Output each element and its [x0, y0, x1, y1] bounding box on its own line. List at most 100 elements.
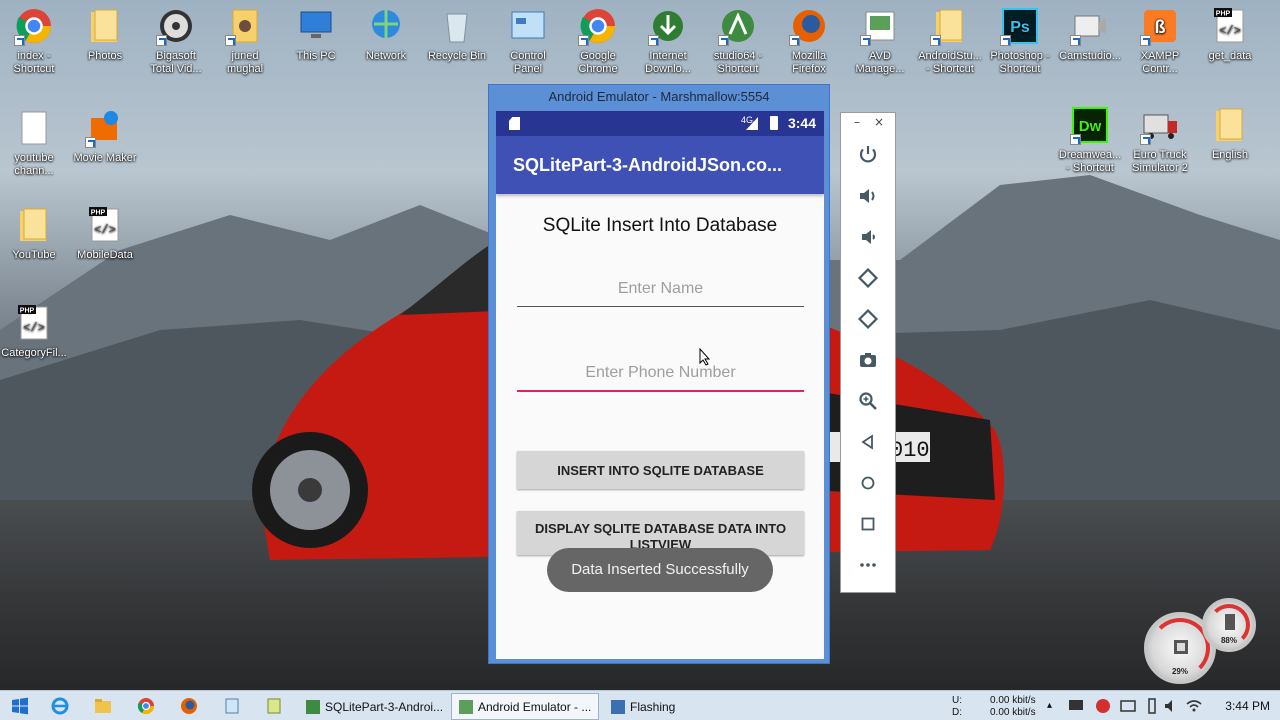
shortcut-arrow-icon	[14, 35, 25, 46]
firefox-taskbar-icon[interactable]	[179, 696, 199, 716]
tray-wifi-icon[interactable]	[1184, 696, 1204, 716]
power-icon[interactable]	[856, 143, 880, 167]
desktop-shortcut[interactable]: Camstudio...	[1054, 6, 1126, 63]
desktop-shortcut[interactable]: Photos	[69, 6, 141, 63]
tray-network-icon[interactable]	[1118, 696, 1138, 716]
desktop-shortcut-label: Movie Maker	[73, 152, 137, 164]
desktop-shortcut[interactable]: AndroidStu... - Shortcut	[914, 6, 986, 76]
desktop-shortcut-label: index - Shortcut	[13, 50, 55, 75]
desktop-shortcut[interactable]: index - Shortcut	[0, 6, 70, 76]
desktop-shortcut[interactable]: English	[1194, 105, 1266, 162]
folder-icon	[14, 205, 54, 245]
taskbar-task-button[interactable]: SQLitePart-3-Androi...	[298, 693, 446, 720]
desktop-shortcut[interactable]: PHP </> get_data	[1194, 6, 1266, 63]
android-studio-icon	[718, 6, 758, 46]
camera-icon[interactable]	[856, 348, 880, 372]
xampp-icon: ß	[1140, 6, 1180, 46]
desktop-shortcut[interactable]: Google Chrome	[562, 6, 634, 76]
desktop-shortcut[interactable]: Mozilla Firefox	[773, 6, 845, 76]
desktop-shortcut-label: Internet Downlo...	[645, 50, 691, 75]
desktop-shortcut[interactable]: Network	[350, 6, 422, 63]
taskbar-task-label: Android Emulator - ...	[478, 700, 592, 714]
desktop-shortcut[interactable]: studio64 - Shortcut	[702, 6, 774, 76]
desktop-shortcut-label: juned mughal	[226, 50, 264, 75]
taskbar-task-button[interactable]: Android Emulator - ...	[451, 693, 599, 720]
desktop-shortcut-label: Photos	[87, 50, 123, 62]
home-icon[interactable]	[856, 471, 880, 495]
svg-text:Ps: Ps	[1010, 19, 1030, 36]
tray-monitor-icon[interactable]	[1066, 696, 1086, 716]
desktop-shortcut-label: youtube chann...	[14, 152, 54, 177]
overview-icon[interactable]	[856, 512, 880, 536]
chrome-taskbar-icon[interactable]	[136, 696, 156, 716]
volume-up-icon[interactable]	[856, 184, 880, 208]
more-options-icon[interactable]	[856, 553, 880, 577]
svg-text:</>: </>	[23, 321, 45, 335]
rotate-right-icon[interactable]	[856, 307, 880, 331]
toast-message: Data Inserted Successfully	[547, 548, 773, 592]
volume-down-icon[interactable]	[856, 225, 880, 249]
memory-gauge[interactable]: 88%	[1202, 598, 1256, 652]
desktop-shortcut[interactable]: Internet Downlo...	[632, 6, 704, 76]
desktop-shortcut[interactable]: youtube chann...	[0, 108, 70, 178]
desktop-shortcut-label: This PC	[296, 50, 336, 62]
php-file-icon: PHP </>	[85, 205, 125, 245]
chrome-icon	[578, 6, 618, 46]
phone-number-input[interactable]	[517, 356, 804, 392]
desktop-shortcut-label: MobileData	[77, 249, 133, 261]
film-reel-icon	[156, 6, 196, 46]
notepad-taskbar-icon[interactable]	[222, 696, 242, 716]
desktop-shortcut[interactable]: Recycle Bin	[421, 6, 493, 63]
file-explorer-icon[interactable]	[93, 696, 113, 716]
desktop-shortcut[interactable]: Euro Truck Simulator 2	[1124, 105, 1196, 175]
dreamweaver-icon: Dw	[1070, 105, 1110, 145]
notes-taskbar-icon[interactable]	[264, 696, 284, 716]
desktop-shortcut[interactable]: PHP </> MobileData	[69, 205, 141, 262]
tray-expand-chevron-icon[interactable]: ▴	[1047, 700, 1052, 711]
emulator-window[interactable]: Android Emulator - Marshmallow:5554 4G 3…	[488, 84, 830, 664]
computer-icon	[296, 6, 336, 46]
desktop-shortcut[interactable]: Control Panel	[492, 6, 564, 76]
desktop-shortcut[interactable]: AVD Manage...	[844, 6, 916, 76]
desktop-shortcut[interactable]: Dw Dreamwea... - Shortcut	[1054, 105, 1126, 175]
shortcut-arrow-icon	[1070, 35, 1081, 46]
desktop-shortcut[interactable]: Bigasoft Total Vid...	[140, 6, 212, 76]
emulator-window-title[interactable]: Android Emulator - Marshmallow:5554	[489, 85, 829, 109]
firefox-icon	[789, 6, 829, 46]
rotate-left-icon[interactable]	[856, 266, 880, 290]
taskbar-task-button[interactable]: Flashing	[603, 693, 753, 720]
zoom-icon[interactable]	[856, 389, 880, 413]
memory-icon	[1225, 614, 1235, 630]
tray-battery-icon[interactable]	[1142, 696, 1162, 716]
desktop-shortcut[interactable]: Ps Photoshop - Shortcut	[984, 6, 1056, 76]
taskbar-clock[interactable]: 3:44 PM	[1225, 699, 1270, 713]
desktop-shortcut-label: XAMPP Contr...	[1140, 50, 1180, 75]
desktop-shortcut-label: Network	[365, 50, 407, 62]
back-icon[interactable]	[856, 430, 880, 454]
shortcut-arrow-icon	[85, 137, 96, 148]
internet-explorer-icon[interactable]	[50, 696, 70, 716]
chrome-icon	[14, 6, 54, 46]
desktop-shortcut[interactable]: YouTube	[0, 205, 70, 262]
start-windows-icon[interactable]	[10, 696, 30, 716]
desktop-shortcut[interactable]: juned mughal	[209, 6, 281, 76]
insert-into-database-button[interactable]: INSERT INTO SQLITE DATABASE	[517, 451, 804, 489]
svg-text:PHP: PHP	[20, 308, 35, 315]
shortcut-arrow-icon	[225, 35, 236, 46]
cpu-percent: 29%	[1171, 667, 1188, 676]
tray-antivirus-icon[interactable]	[1093, 696, 1113, 716]
desktop-shortcut[interactable]: PHP </> CategoryFil...	[0, 303, 70, 360]
desktop-shortcut-label: YouTube	[12, 249, 56, 261]
android-screen[interactable]: 4G 3:44 SQLitePart-3-AndroidJSon.co... S…	[496, 111, 824, 659]
desktop-shortcut[interactable]: ß XAMPP Contr...	[1124, 6, 1196, 76]
tray-volume-icon[interactable]	[1162, 696, 1182, 716]
desktop-shortcut[interactable]: This PC	[280, 6, 352, 63]
desktop-shortcut-label: Mozilla Firefox	[791, 50, 827, 75]
toolbar-close-button[interactable]: ×	[874, 115, 884, 129]
emulator-side-toolbar: – ×	[840, 112, 896, 593]
desktop-shortcut[interactable]: Movie Maker	[69, 108, 141, 165]
toolbar-minimize-button[interactable]: –	[854, 115, 860, 129]
name-input[interactable]	[517, 271, 804, 307]
truck-icon	[1140, 105, 1180, 145]
recycle-bin-icon	[437, 6, 477, 46]
